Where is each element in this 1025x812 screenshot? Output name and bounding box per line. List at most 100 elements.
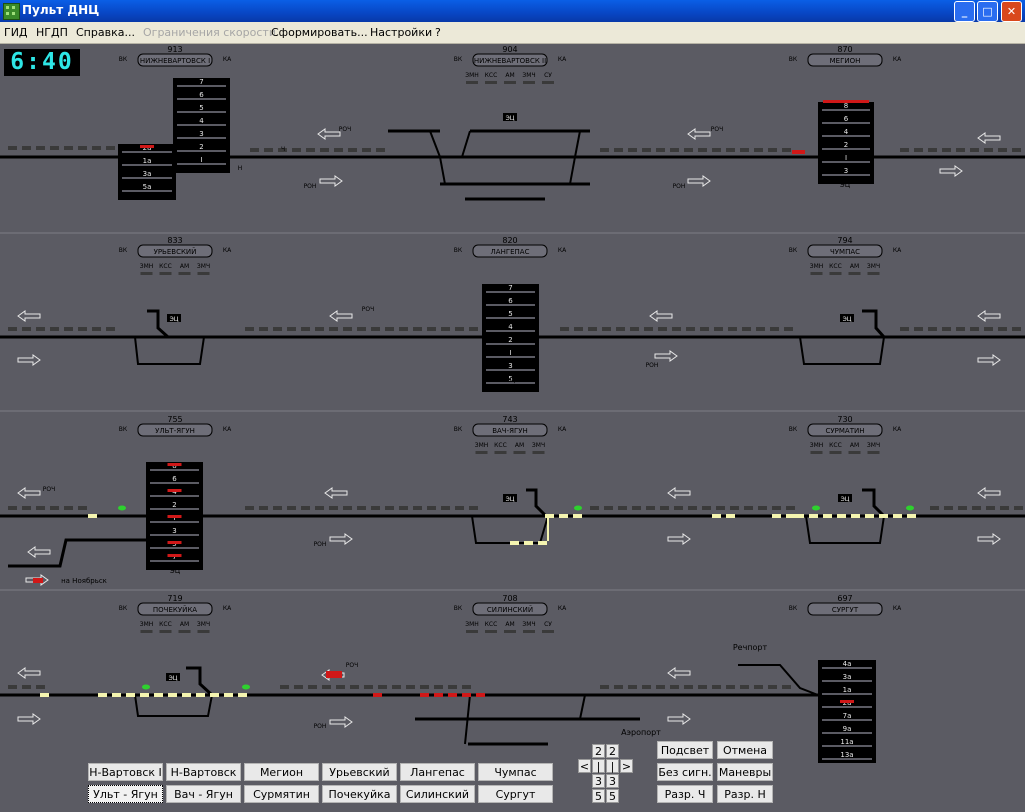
station-button-langepas[interactable]: Лангепас	[400, 763, 475, 781]
indicator-lamp	[466, 630, 478, 633]
menu-ngdp[interactable]: НГДП	[36, 26, 68, 39]
signal-marker	[716, 506, 725, 510]
layout-button-3a[interactable]: 3	[592, 774, 605, 788]
signal-marker	[984, 148, 993, 152]
station-code-1: 904	[502, 45, 517, 54]
station-button-megion[interactable]: Мегион	[244, 763, 319, 781]
ka-label: КА	[558, 56, 567, 63]
signal-marker	[78, 146, 87, 150]
megion-yard-track-label: 8	[844, 102, 848, 110]
signal-marker	[726, 148, 735, 152]
signal-marker	[8, 506, 17, 510]
siding-loop	[799, 336, 885, 365]
ron-label: РОН	[673, 183, 686, 190]
station-button-surmyatin[interactable]: Сурмятин	[244, 785, 319, 803]
arrow-left	[17, 667, 41, 679]
indicator-label: АМ	[850, 442, 859, 449]
station-button-surgut[interactable]: Сургут	[478, 785, 553, 803]
surgut-yard-track-label: 1а	[843, 686, 852, 694]
arrow-ron	[329, 716, 353, 728]
ec-label: ЭЦ	[170, 316, 179, 323]
ec-label: ЭЦ	[505, 376, 516, 384]
close-icon[interactable]: ✕	[1001, 1, 1022, 22]
arrow-left-shape	[324, 487, 348, 499]
arrow-left-shape	[667, 487, 691, 499]
permit-n-button[interactable]: Разр. Н	[717, 785, 773, 803]
station-button-uryevsky[interactable]: Урьевский	[322, 763, 397, 781]
signal-marker	[371, 506, 380, 510]
station-button-silinsky[interactable]: Силинский	[400, 785, 475, 803]
indicator-label: ЗМЧ	[867, 442, 880, 449]
layout-button-2b[interactable]: 2	[606, 744, 619, 758]
menu-form[interactable]: Сформировать...	[271, 26, 368, 39]
arrow-roch-shape	[687, 128, 711, 140]
station-button-pochekuyka[interactable]: Почекуйка	[322, 785, 397, 803]
siding-stub	[186, 666, 214, 697]
no-signal-button[interactable]: Без сигн.	[657, 763, 713, 781]
signal-marker	[782, 685, 791, 689]
layout-button-bar-a[interactable]: |	[592, 759, 605, 773]
menu-about[interactable]: ?	[435, 26, 441, 39]
signal-marker	[294, 685, 303, 689]
signal-marker	[600, 685, 609, 689]
signal-marker	[22, 506, 31, 510]
arrow-right-end	[977, 533, 1001, 545]
shunting-button[interactable]: Маневры	[717, 763, 773, 781]
layout-button-2a[interactable]: 2	[592, 744, 605, 758]
menu-help[interactable]: Справка...	[76, 26, 135, 39]
route-highlight	[112, 693, 121, 697]
scroll-right-button[interactable]: >	[620, 759, 633, 773]
station-button-chumpas[interactable]: Чумпас	[478, 763, 553, 781]
arrow-right-shape	[17, 713, 41, 725]
station-name-5: ЧУМПАС	[830, 248, 860, 256]
signal-marker	[770, 327, 779, 331]
station-name-11: СУРГУТ	[832, 606, 859, 614]
signal-marker	[64, 327, 73, 331]
indicator-lamp	[485, 630, 497, 633]
surgut-yard-track-label: 9а	[843, 725, 852, 733]
signal-marker	[336, 685, 345, 689]
station-button-nvartovsk-1[interactable]: Н-Вартовск I	[88, 763, 163, 781]
signal-marker	[712, 685, 721, 689]
route-highlight	[182, 693, 191, 697]
layout-button-5b[interactable]: 5	[606, 789, 619, 803]
menu-settings[interactable]: Настройки	[370, 26, 432, 39]
station-name-8: СУРМАТИН	[826, 427, 865, 435]
ult-yagun-yard-occupied-marker	[167, 463, 182, 466]
layout-button-5a[interactable]: 5	[592, 789, 605, 803]
station-code-6: 755	[167, 415, 182, 424]
signal-marker	[754, 148, 763, 152]
station-code-10: 708	[502, 594, 517, 603]
siding-loop	[134, 336, 205, 365]
signal-marker	[1000, 506, 1009, 510]
ec-label: ЭЦ	[843, 316, 852, 323]
cancel-button[interactable]: Отмена	[717, 741, 773, 759]
signal-marker	[8, 327, 17, 331]
indicator-lamp	[810, 451, 823, 454]
highlight-button[interactable]: Подсвет	[657, 741, 713, 759]
signal-marker	[322, 685, 331, 689]
menu-gid[interactable]: ГИД	[4, 26, 28, 39]
signal-green	[906, 505, 914, 511]
arrow-ron	[329, 533, 353, 545]
indicator-lamp	[542, 81, 554, 84]
signal-marker	[441, 506, 450, 510]
station-name-6: УЛЬТ-ЯГУН	[155, 427, 195, 435]
scroll-left-button[interactable]: <	[578, 759, 591, 773]
indicator-label: ЗМН	[810, 263, 824, 270]
station-button-ult-yagun[interactable]: Ульт - Ягун	[88, 785, 163, 803]
station-button-nvartovsk-2[interactable]: Н-Вартовск II	[166, 763, 241, 797]
station-button-vach-yagun[interactable]: Вач - Ягун	[166, 785, 241, 803]
minimize-icon[interactable]: _	[954, 1, 975, 22]
indicator-lamp	[159, 630, 172, 633]
maximize-icon[interactable]: □	[977, 1, 998, 22]
permit-ch-button[interactable]: Разр. Ч	[657, 785, 713, 803]
signal-marker	[590, 506, 599, 510]
arrow-right-shape	[17, 354, 41, 366]
station-name-2: МЕГИОН	[830, 57, 861, 65]
arrow-ron	[687, 175, 711, 187]
siding-loop	[471, 515, 549, 544]
layout-button-bar-b[interactable]: |	[606, 759, 619, 773]
layout-button-3b[interactable]: 3	[606, 774, 619, 788]
arrow-roch	[317, 128, 341, 140]
